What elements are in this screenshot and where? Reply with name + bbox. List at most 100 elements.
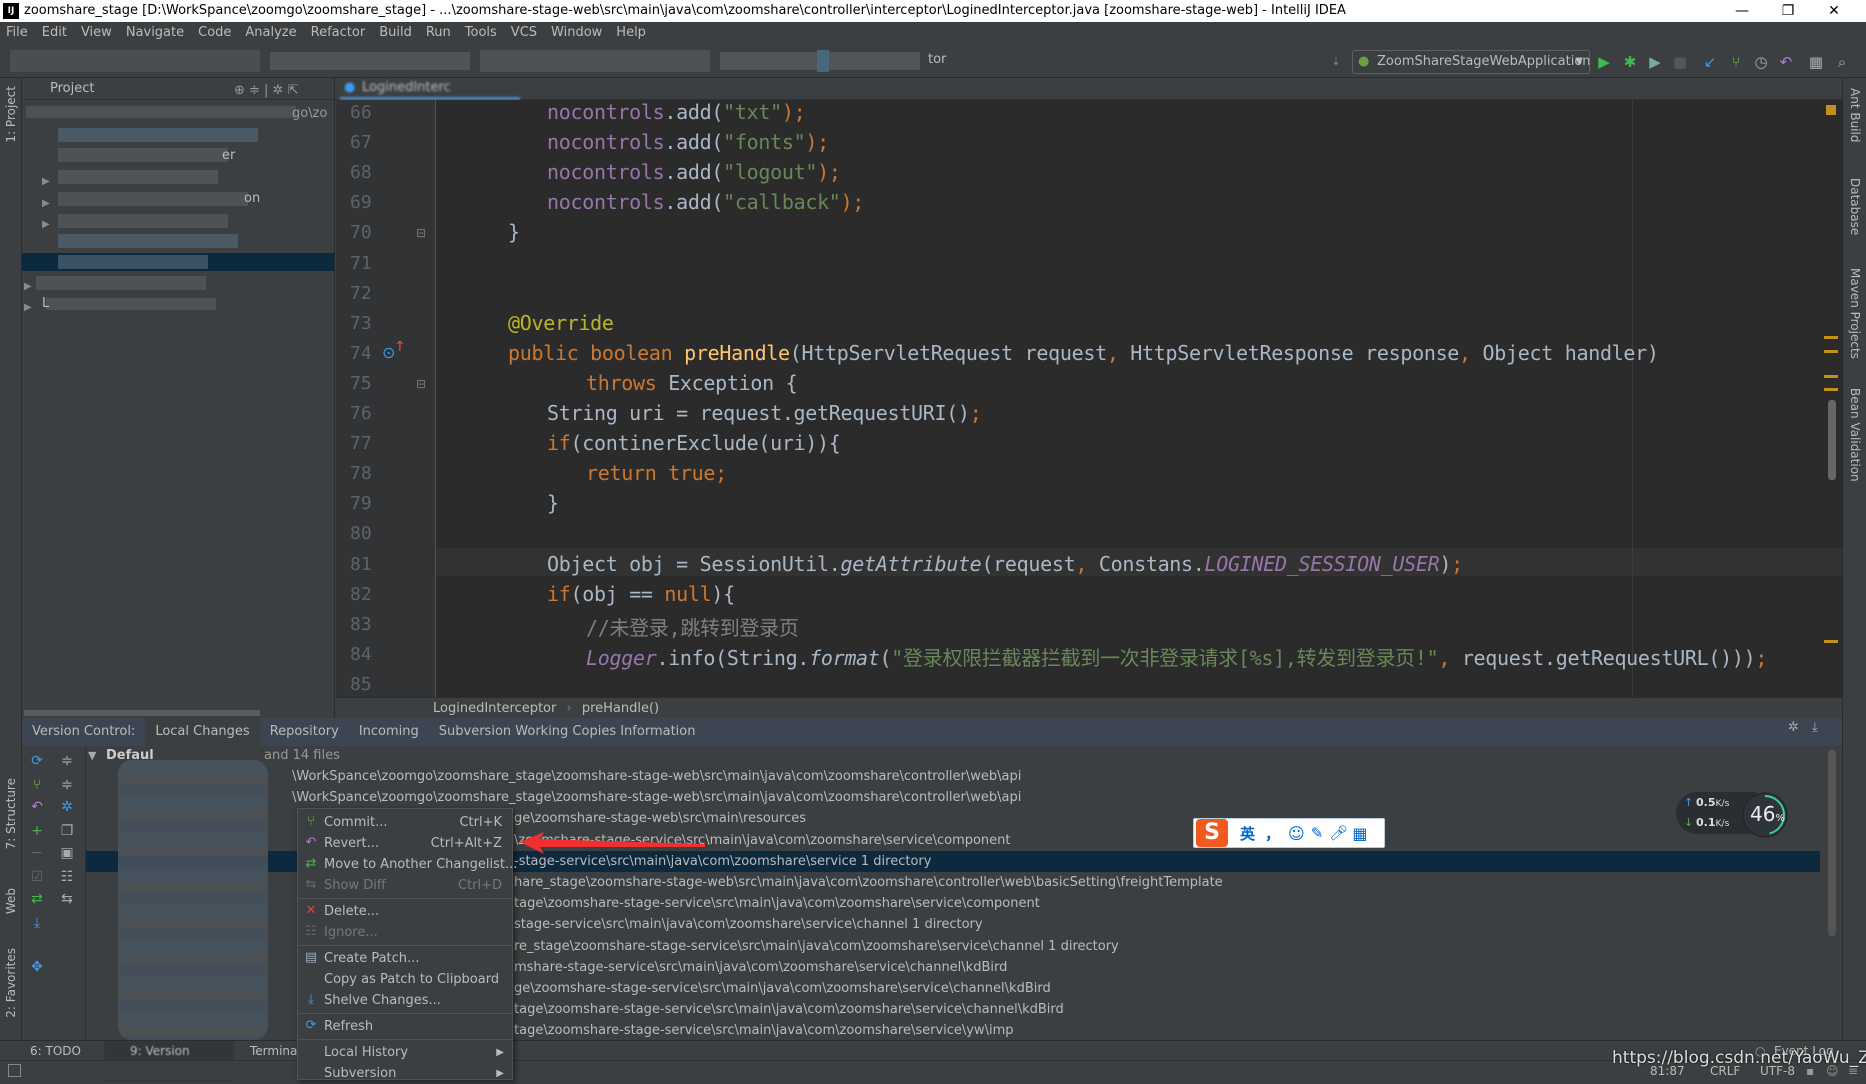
menu-code[interactable]: Code	[198, 22, 231, 44]
revert-icon[interactable]: ↶	[28, 798, 46, 816]
menu-edit[interactable]: Edit	[42, 22, 67, 44]
gear-icon[interactable]: ✲	[1788, 720, 1799, 735]
ant-build-tool-button[interactable]: Ant Build	[1848, 88, 1862, 142]
expand-arrow-icon[interactable]: ▶	[42, 198, 50, 209]
menu-help[interactable]: Help	[616, 22, 646, 44]
restore-button[interactable]: ❐	[1768, 0, 1808, 22]
menu-window[interactable]: Window	[551, 22, 602, 44]
changed-file-row[interactable]: \WorkSpance\zoomgo\zoomshare_stage\zooms…	[86, 787, 1820, 808]
commit-icon[interactable]: ⑂	[28, 776, 46, 794]
menu-vcs[interactable]: VCS	[511, 22, 537, 44]
menu-item-move-to-another-changelist[interactable]: ⇄ Move to Another Changelist...	[298, 854, 518, 875]
editor-tab[interactable]: ● LoginedInterc	[340, 78, 520, 100]
tab-subversion-working-copies-information[interactable]: Subversion Working Copies Information	[429, 718, 706, 746]
vcs-update-icon[interactable]: ↙	[1700, 52, 1720, 72]
menu-item-copy-as-patch-to-clipboard[interactable]: Copy as Patch to Clipboard	[298, 969, 512, 990]
horizontal-scrollbar[interactable]	[24, 710, 260, 716]
menu-analyze[interactable]: Analyze	[245, 22, 296, 44]
menu-file[interactable]: File	[6, 22, 28, 44]
database-tool-button[interactable]: Database	[1848, 178, 1862, 235]
menu-item-shelve-changes[interactable]: ⤓ Shelve Changes...	[298, 990, 512, 1011]
preview-icon[interactable]: ▣	[58, 844, 76, 862]
todo-tab[interactable]: 6: TODO	[30, 1041, 81, 1061]
refresh-icon[interactable]: ⟳	[28, 752, 46, 770]
move-changelist-icon[interactable]: ⇄	[28, 890, 46, 908]
changed-file-row[interactable]: \WorkSpance\zoomgo\zoomshare_stage\zooms…	[86, 766, 1820, 787]
code-editor[interactable]: 66 67 68 69 70 71 72 73 74 75 76 77 78 79 80 81 82 83 84 85…	[336, 100, 1842, 697]
run-config-selector[interactable]: ● ZoomShareStageWebApplication ▼	[1352, 50, 1591, 74]
expand-all-icon[interactable]: ≑	[58, 752, 76, 770]
binary-icon[interactable]: ⇣	[1326, 52, 1346, 72]
tab-incoming[interactable]: Incoming	[349, 718, 429, 746]
error-stripe-mark[interactable]	[1824, 336, 1838, 339]
stop-icon[interactable]: ■	[1670, 52, 1690, 72]
vcs-history-icon[interactable]: ◷	[1751, 52, 1771, 72]
vcs-revert-icon[interactable]: ↶	[1776, 52, 1796, 72]
expand-arrow-icon[interactable]: ▶	[42, 176, 50, 187]
menu-item-commit[interactable]: ⑂ Commit... Ctrl+K	[298, 812, 512, 833]
fold-marker-icon[interactable]: ⊟	[416, 377, 426, 391]
coverage-icon[interactable]: ▶	[1645, 52, 1665, 72]
error-stripe-mark[interactable]	[1824, 375, 1838, 378]
menu-item-delete[interactable]: ✕ Delete...	[298, 901, 512, 922]
group-icon[interactable]: ☷	[58, 868, 76, 886]
menu-tools[interactable]: Tools	[465, 22, 497, 44]
toolbox-icon[interactable]: ▦	[1352, 824, 1367, 843]
microphone-icon[interactable]: 🎤︎	[1329, 824, 1348, 842]
maven-projects-tool-button[interactable]: Maven Projects	[1848, 268, 1862, 359]
project-structure-icon[interactable]: ▦	[1806, 52, 1826, 72]
menu-item-local-history[interactable]: Local History ▶	[298, 1042, 512, 1063]
error-stripe-mark[interactable]	[1824, 350, 1838, 353]
breadcrumb-class[interactable]: LoginedInterceptor	[433, 701, 556, 716]
emoji-icon[interactable]: ☺	[1288, 824, 1305, 843]
favorites-tool-button[interactable]: 2: Favorites	[4, 948, 18, 1018]
menu-refactor[interactable]: Refactor	[311, 22, 366, 44]
project-tool-button[interactable]: 1: Project	[4, 86, 18, 143]
error-stripe-mark[interactable]	[1824, 640, 1838, 643]
menu-build[interactable]: Build	[379, 22, 412, 44]
diff-icon[interactable]: ⇆	[58, 890, 76, 908]
menu-run[interactable]: Run	[426, 22, 451, 44]
run-icon[interactable]: ▶	[1594, 52, 1614, 72]
menu-navigate[interactable]: Navigate	[126, 22, 184, 44]
copy-icon[interactable]: ❐	[58, 822, 76, 840]
toggle-tool-windows-icon[interactable]	[8, 1064, 21, 1077]
tab-repository[interactable]: Repository	[260, 718, 349, 746]
handwriting-icon[interactable]: ✎	[1311, 824, 1324, 842]
checkbox-icon[interactable]: ☑	[28, 868, 46, 886]
close-button[interactable]: ✕	[1814, 0, 1854, 22]
editor-scrollbar[interactable]	[1828, 400, 1836, 480]
expand-arrow-icon[interactable]: ▶	[24, 302, 32, 313]
shelve-icon[interactable]: ⤓	[28, 914, 46, 932]
tab-local-changes[interactable]: Local Changes	[145, 718, 260, 746]
panel-settings-icon[interactable]: ⊕ ≑ | ✲ ⇱	[234, 80, 298, 102]
ime-punctuation-toggle[interactable]: ，	[1265, 823, 1280, 844]
menu-item-refresh[interactable]: ⟳ Refresh	[298, 1016, 512, 1037]
minimize-button[interactable]: —	[1722, 0, 1762, 22]
menu-item-revert[interactable]: ↶ Revert... Ctrl+Alt+Z	[298, 833, 512, 854]
ime-language-toggle[interactable]: 英	[1240, 823, 1255, 844]
menu-view[interactable]: View	[81, 22, 112, 44]
collapse-all-icon[interactable]: ≑	[58, 776, 76, 794]
expand-arrow-icon[interactable]: ▶	[42, 219, 50, 230]
expand-arrow-icon[interactable]: ▶	[24, 281, 32, 292]
remove-icon[interactable]: −	[28, 844, 46, 862]
collapse-arrow-icon[interactable]: ▼	[88, 749, 96, 762]
search-icon[interactable]: ⌕	[1832, 52, 1852, 72]
breadcrumb-method[interactable]: preHandle()	[582, 701, 659, 716]
settings-icon[interactable]: ✲	[58, 798, 76, 816]
vcs-commit-icon[interactable]: ⑂	[1726, 52, 1746, 72]
web-tool-button[interactable]: Web	[4, 888, 18, 914]
fold-marker-icon[interactable]: ⊟	[416, 226, 426, 240]
menu-item-create-patch[interactable]: ▤ Create Patch...	[298, 948, 512, 969]
structure-tool-button[interactable]: 7: Structure	[4, 778, 18, 849]
help-icon[interactable]: ✥	[28, 958, 46, 976]
add-icon[interactable]: +	[28, 822, 46, 840]
menu-item-subversion[interactable]: Subversion ▶	[298, 1063, 512, 1084]
bean-validation-tool-button[interactable]: Bean Validation	[1848, 388, 1862, 482]
warning-marker-icon[interactable]	[1826, 105, 1836, 115]
terminal-tab[interactable]: Terminal	[250, 1041, 301, 1061]
debug-icon[interactable]: ✱	[1620, 52, 1640, 72]
changes-scrollbar[interactable]	[1828, 750, 1836, 936]
hide-panel-icon[interactable]: ⤓	[1812, 720, 1818, 735]
